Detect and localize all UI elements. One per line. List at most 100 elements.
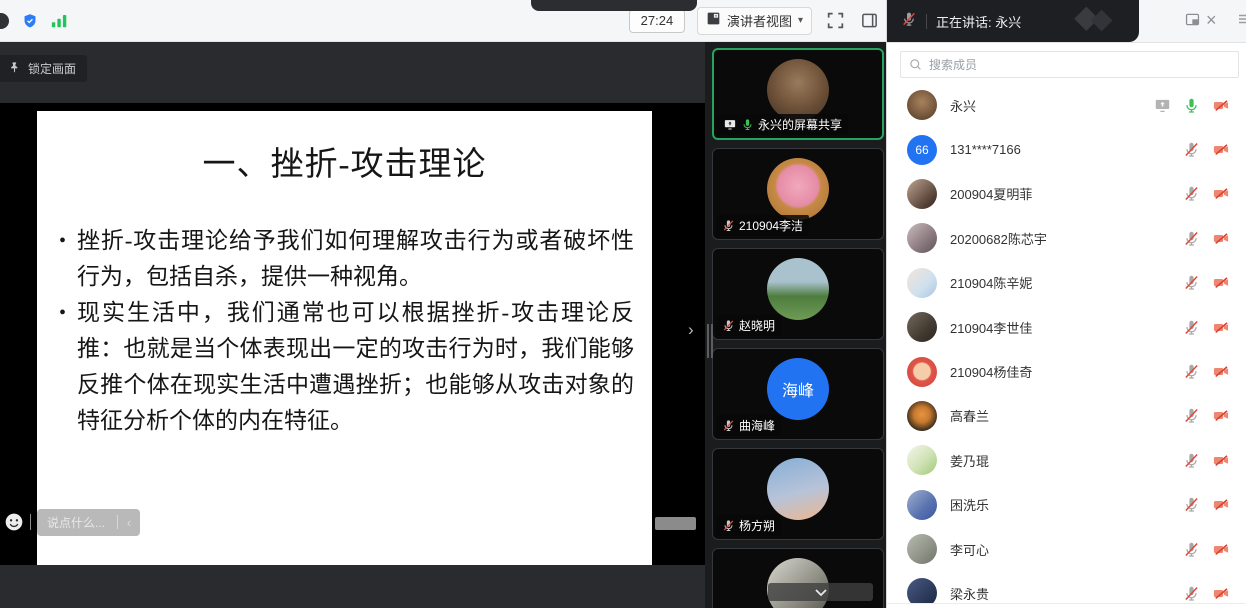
member-name: 姜乃琨: [950, 451, 989, 470]
member-status-icons: [1183, 407, 1230, 424]
lock-view-button[interactable]: 锁定画面: [0, 55, 87, 82]
mic-muted-icon[interactable]: [1183, 319, 1200, 336]
camera-off-icon[interactable]: [1212, 407, 1230, 424]
member-row[interactable]: 200904夏明菲: [887, 172, 1246, 216]
mic-muted-icon[interactable]: [1183, 230, 1200, 247]
camera-off-icon[interactable]: [1212, 541, 1230, 558]
quick-chat-bar: 说点什么... ‹: [0, 508, 140, 536]
member-status-icons: [1183, 185, 1230, 202]
camera-off-icon[interactable]: [1212, 496, 1230, 513]
strip-resize-handle[interactable]: [707, 324, 713, 358]
fullscreen-button[interactable]: [826, 11, 845, 30]
menu-icon[interactable]: [1238, 13, 1246, 25]
camera-off-icon[interactable]: [1212, 230, 1230, 247]
camera-off-icon[interactable]: [1212, 319, 1230, 336]
member-avatar: 66: [907, 135, 937, 165]
mic-muted-icon[interactable]: [1183, 363, 1200, 380]
top-toolbar: 27:24 演讲者视图 ▾: [0, 0, 886, 42]
mic-muted-icon[interactable]: [1183, 274, 1200, 291]
camera-off-icon[interactable]: [1212, 141, 1230, 158]
camera-off-icon[interactable]: [1212, 185, 1230, 202]
pin-icon: [8, 61, 21, 77]
mic-muted-icon[interactable]: [1183, 541, 1200, 558]
member-avatar: [907, 357, 937, 387]
video-thumbnail-strip: 永兴的屏幕共享 210904李洁: [705, 42, 886, 608]
member-name: 梁永贵: [950, 584, 989, 603]
camera-off-icon[interactable]: [1212, 363, 1230, 380]
view-mode-selector[interactable]: 演讲者视图 ▾: [697, 7, 812, 35]
mic-muted-icon[interactable]: [1183, 452, 1200, 469]
tile-name: 永兴的屏幕共享: [758, 116, 842, 133]
video-tile[interactable]: 杨方朔: [712, 448, 884, 540]
member-row[interactable]: 梁永贵: [887, 571, 1246, 603]
member-avatar: [907, 401, 937, 431]
tile-mic-on-icon: [741, 118, 754, 131]
speaking-status-text: 正在讲话: 永兴: [936, 12, 1021, 31]
member-row[interactable]: 20200682陈芯宇: [887, 216, 1246, 260]
member-row[interactable]: 李可心: [887, 527, 1246, 571]
horizontal-scrollbar-thumb[interactable]: [655, 517, 696, 530]
video-tile[interactable]: 赵晓明: [712, 248, 884, 340]
mic-on-icon[interactable]: [1183, 97, 1200, 114]
member-name: 210904李世佳: [950, 318, 1032, 337]
member-status-icons: [1183, 230, 1230, 247]
side-panel-toggle-button[interactable]: [860, 11, 879, 30]
camera-off-icon[interactable]: [1212, 274, 1230, 291]
close-panel-button[interactable]: ×: [1206, 9, 1217, 31]
member-row[interactable]: 永兴: [887, 83, 1246, 127]
video-thumbnail-list: 永兴的屏幕共享 210904李洁: [705, 42, 886, 608]
popout-panel-button[interactable]: [1184, 11, 1201, 28]
scroll-more-button[interactable]: [768, 583, 873, 601]
member-search: [900, 51, 1239, 78]
collapsed-toolbar-tab[interactable]: [531, 0, 697, 11]
mic-muted-icon[interactable]: [1183, 496, 1200, 513]
security-shield-icon: [22, 13, 38, 29]
tile-mic-muted-icon: [722, 219, 735, 232]
expand-strip-chevron[interactable]: ›: [688, 320, 694, 340]
video-tile[interactable]: 永兴的屏幕共享: [712, 48, 884, 140]
mic-muted-icon[interactable]: [1183, 141, 1200, 158]
member-row[interactable]: 高春兰: [887, 394, 1246, 438]
tile-name: 210904李洁: [739, 217, 803, 234]
member-avatar: [907, 578, 937, 603]
mic-muted-icon[interactable]: [1183, 585, 1200, 602]
chat-collapse-button[interactable]: ‹: [118, 515, 140, 530]
app-logo-icon: [1067, 5, 1121, 42]
member-status-icons: [1183, 319, 1230, 336]
member-row[interactable]: 姜乃琨: [887, 438, 1246, 482]
member-name: 困洗乐: [950, 495, 989, 514]
chat-input[interactable]: 说点什么...: [37, 514, 117, 531]
member-name: 高春兰: [950, 406, 989, 425]
search-icon: [908, 57, 923, 77]
member-row[interactable]: 210904李世佳: [887, 305, 1246, 349]
member-row[interactable]: 210904陈辛妮: [887, 261, 1246, 305]
camera-off-icon[interactable]: [1212, 585, 1230, 602]
mic-muted-icon[interactable]: [1183, 185, 1200, 202]
member-name: 永兴: [950, 96, 976, 115]
member-avatar: [907, 268, 937, 298]
video-tile[interactable]: 海峰 曲海峰: [712, 348, 884, 440]
tile-name: 曲海峰: [739, 417, 775, 434]
tile-avatar: [767, 258, 829, 320]
tile-name: 赵晓明: [739, 317, 775, 334]
member-status-icons: [1183, 452, 1230, 469]
slide-title: 一、挫折-攻击理论: [37, 137, 652, 185]
member-row[interactable]: 210904杨佳奇: [887, 349, 1246, 393]
member-row[interactable]: 困洗乐: [887, 483, 1246, 527]
member-avatar: [907, 312, 937, 342]
member-avatar: [907, 534, 937, 564]
member-status-icons: [1183, 141, 1230, 158]
member-name: 李可心: [950, 540, 989, 559]
camera-off-icon[interactable]: [1212, 97, 1230, 114]
member-name: 210904杨佳奇: [950, 362, 1032, 381]
member-row[interactable]: 66 131****7166: [887, 127, 1246, 171]
list-bottom-divider: [887, 603, 1246, 604]
video-tile[interactable]: 210904李洁: [712, 148, 884, 240]
camera-off-icon[interactable]: [1212, 452, 1230, 469]
lock-view-label: 锁定画面: [28, 60, 76, 77]
emoji-smiley-icon[interactable]: [4, 512, 24, 532]
search-input[interactable]: [900, 51, 1239, 78]
mic-muted-icon[interactable]: [1183, 407, 1200, 424]
tile-mic-muted-icon: [722, 319, 735, 332]
tile-avatar: 海峰: [767, 358, 829, 420]
